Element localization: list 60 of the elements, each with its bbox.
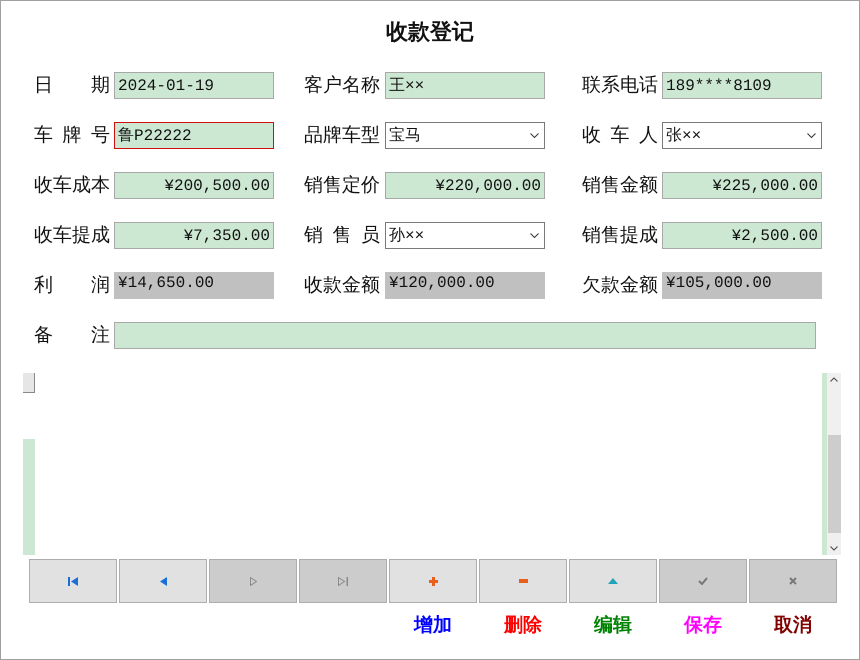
field-label: 收款金额 [304, 276, 380, 295]
input-field[interactable]: ¥200,500.00 [114, 172, 274, 199]
chevron-down-icon [530, 132, 539, 138]
input-field[interactable]: ¥7,350.00 [114, 222, 274, 249]
minus-icon [518, 579, 528, 583]
field-label: 品牌车型 [304, 126, 380, 145]
input-field[interactable]: 王×× [385, 72, 545, 99]
input-field: ¥105,000.00 [662, 272, 822, 299]
field-label: 销售提成 [582, 226, 658, 245]
field-label: 利 润 [34, 276, 110, 295]
row-header [23, 373, 35, 393]
field-label: 收车成本 [34, 176, 110, 195]
action-label: 增加 [414, 614, 452, 638]
input-field[interactable]: ¥2,500.00 [662, 222, 822, 249]
action-label: 删除 [504, 614, 542, 638]
field-label: 联系电话 [582, 76, 658, 95]
input-field[interactable]: 189****8109 [662, 72, 822, 99]
input-field[interactable]: ¥225,000.00 [662, 172, 822, 199]
action-label: 编辑 [594, 614, 632, 638]
field-label: 日 期 [34, 76, 110, 95]
window-title: 收款登记 [386, 18, 474, 46]
navigator-button[interactable] [389, 559, 477, 603]
plus-icon [428, 576, 438, 586]
chevron-down-icon [807, 132, 816, 138]
vertical-scrollbar[interactable] [827, 373, 841, 555]
field-label: 备 注 [34, 326, 110, 345]
dropdown-field[interactable]: 张×× [662, 122, 822, 149]
previous-icon [160, 576, 166, 586]
scrollbar-thumb[interactable] [828, 435, 840, 533]
input-field[interactable]: 2024-01-19 [114, 72, 274, 99]
navigator-button[interactable] [569, 559, 657, 603]
chevron-down-icon [530, 232, 539, 238]
input-field: ¥120,000.00 [385, 272, 545, 299]
field-label: 销售金额 [582, 176, 658, 195]
chevron-down-icon [830, 546, 838, 551]
last-record-icon [338, 576, 348, 586]
input-field: ¥14,650.00 [114, 272, 274, 299]
field-label: 收车提成 [34, 226, 110, 245]
action-label: 保存 [684, 614, 722, 638]
checkmark-icon [698, 577, 708, 585]
close-icon [789, 577, 797, 585]
first-record-icon [68, 576, 78, 586]
field-label: 收 车 人 [582, 126, 658, 145]
field-label: 销售定价 [304, 176, 380, 195]
dropdown-field[interactable]: 孙×× [385, 222, 545, 249]
dropdown-field[interactable]: 宝马 [385, 122, 545, 149]
field-label: 销 售 员 [304, 226, 380, 245]
navigator-button[interactable] [479, 559, 567, 603]
input-field[interactable]: 鲁P22222 [114, 122, 274, 149]
chevron-up-icon [830, 377, 838, 382]
field-label: 欠款金额 [582, 276, 658, 295]
action-label: 取消 [774, 614, 812, 638]
navigator-button[interactable] [119, 559, 207, 603]
remarks-field[interactable] [114, 322, 816, 349]
next-icon [250, 576, 256, 586]
field-label: 客户名称 [304, 76, 380, 95]
up-triangle-icon [608, 578, 618, 584]
input-field[interactable]: ¥220,000.00 [385, 172, 545, 199]
navigator-button[interactable] [29, 559, 117, 603]
field-label: 车 牌 号 [34, 126, 110, 145]
